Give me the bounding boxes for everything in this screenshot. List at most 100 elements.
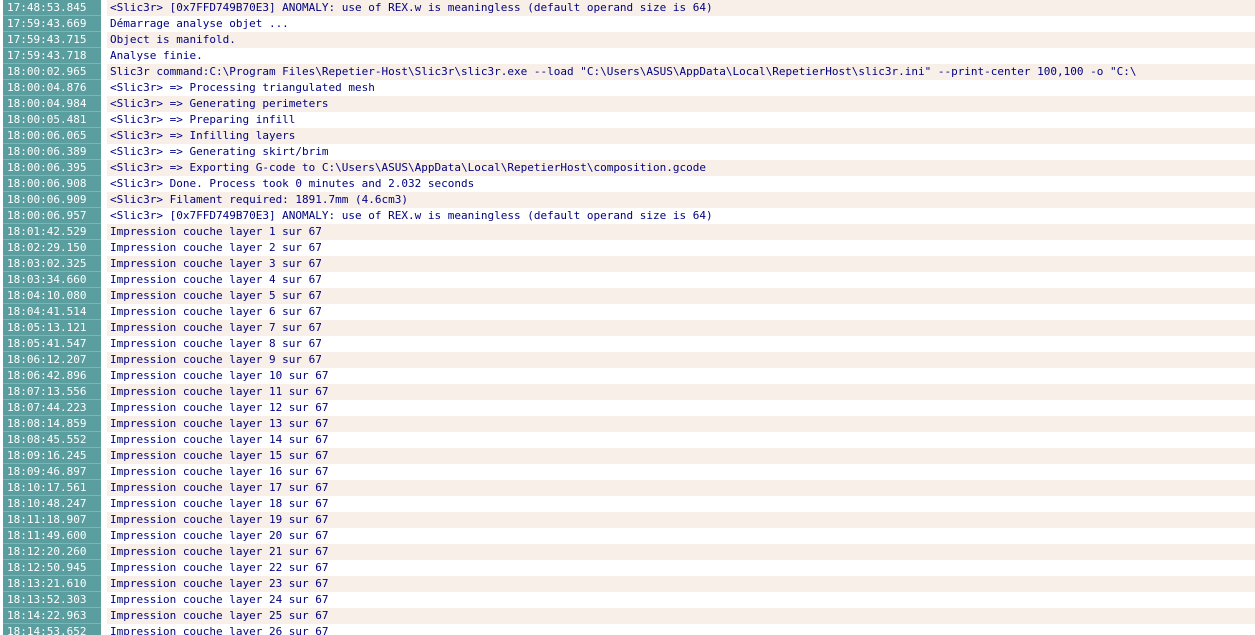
log-message: Impression couche layer 5 sur 67 — [107, 288, 1255, 304]
log-row[interactable]: 18:04:10.080 Impression couche layer 5 s… — [0, 288, 1255, 304]
log-row[interactable]: 18:00:06.395 <Slic3r> => Exporting G-cod… — [0, 160, 1255, 176]
log-message: Slic3r command:C:\Program Files\Repetier… — [107, 64, 1255, 80]
log-message: Impression couche layer 19 sur 67 — [107, 512, 1255, 528]
log-row[interactable]: 17:48:53.845 <Slic3r> [0x7FFD749B70E3] A… — [0, 0, 1255, 16]
log-row[interactable]: 18:00:05.481 <Slic3r> => Preparing infil… — [0, 112, 1255, 128]
log-timestamp: 18:00:04.876 — [3, 80, 101, 96]
log-view[interactable]: 17:48:53.845 <Slic3r> [0x7FFD749B70E3] A… — [0, 0, 1255, 635]
log-timestamp: 18:03:34.660 — [3, 272, 101, 288]
log-row[interactable]: 18:14:53.652 Impression couche layer 26 … — [0, 624, 1255, 635]
log-message: Impression couche layer 16 sur 67 — [107, 464, 1255, 480]
log-row[interactable]: 18:06:12.207 Impression couche layer 9 s… — [0, 352, 1255, 368]
log-row[interactable]: 18:12:20.260 Impression couche layer 21 … — [0, 544, 1255, 560]
log-row[interactable]: 18:02:29.150 Impression couche layer 2 s… — [0, 240, 1255, 256]
log-timestamp: 17:48:53.845 — [3, 0, 101, 16]
log-row[interactable]: 18:12:50.945 Impression couche layer 22 … — [0, 560, 1255, 576]
log-row[interactable]: 18:00:06.065 <Slic3r> => Infilling layer… — [0, 128, 1255, 144]
log-row[interactable]: 18:07:44.223 Impression couche layer 12 … — [0, 400, 1255, 416]
log-message: Impression couche layer 26 sur 67 — [107, 624, 1255, 635]
log-message: Impression couche layer 13 sur 67 — [107, 416, 1255, 432]
log-message: <Slic3r> => Generating skirt/brim — [107, 144, 1255, 160]
log-timestamp: 18:02:29.150 — [3, 240, 101, 256]
log-message: Impression couche layer 14 sur 67 — [107, 432, 1255, 448]
log-row[interactable]: 17:59:43.669 Démarrage analyse objet ... — [0, 16, 1255, 32]
log-row[interactable]: 18:00:06.909 <Slic3r> Filament required:… — [0, 192, 1255, 208]
log-row[interactable]: 18:03:02.325 Impression couche layer 3 s… — [0, 256, 1255, 272]
log-timestamp: 18:09:16.245 — [3, 448, 101, 464]
log-timestamp: 18:12:50.945 — [3, 560, 101, 576]
log-timestamp: 18:13:21.610 — [3, 576, 101, 592]
log-timestamp: 18:05:41.547 — [3, 336, 101, 352]
log-timestamp: 18:00:06.065 — [3, 128, 101, 144]
log-row[interactable]: 18:05:13.121 Impression couche layer 7 s… — [0, 320, 1255, 336]
log-message: <Slic3r> [0x7FFD749B70E3] ANOMALY: use o… — [107, 0, 1255, 16]
log-message: <Slic3r> Filament required: 1891.7mm (4.… — [107, 192, 1255, 208]
log-message: Object is manifold. — [107, 32, 1255, 48]
log-timestamp: 18:00:06.395 — [3, 160, 101, 176]
log-message: <Slic3r> => Processing triangulated mesh — [107, 80, 1255, 96]
log-row[interactable]: 18:09:16.245 Impression couche layer 15 … — [0, 448, 1255, 464]
log-message: <Slic3r> [0x7FFD749B70E3] ANOMALY: use o… — [107, 208, 1255, 224]
log-timestamp: 18:05:13.121 — [3, 320, 101, 336]
log-timestamp: 18:10:17.561 — [3, 480, 101, 496]
log-row[interactable]: 18:13:52.303 Impression couche layer 24 … — [0, 592, 1255, 608]
log-row[interactable]: 18:00:06.908 <Slic3r> Done. Process took… — [0, 176, 1255, 192]
log-timestamp: 17:59:43.715 — [3, 32, 101, 48]
log-timestamp: 18:09:46.897 — [3, 464, 101, 480]
log-message: Impression couche layer 7 sur 67 — [107, 320, 1255, 336]
log-row[interactable]: 18:09:46.897 Impression couche layer 16 … — [0, 464, 1255, 480]
log-message: <Slic3r> => Infilling layers — [107, 128, 1255, 144]
log-message: Impression couche layer 22 sur 67 — [107, 560, 1255, 576]
log-row[interactable]: 18:08:45.552 Impression couche layer 14 … — [0, 432, 1255, 448]
log-row[interactable]: 18:00:06.957 <Slic3r> [0x7FFD749B70E3] A… — [0, 208, 1255, 224]
log-timestamp: 18:13:52.303 — [3, 592, 101, 608]
log-timestamp: 18:00:06.908 — [3, 176, 101, 192]
log-timestamp: 18:14:53.652 — [3, 624, 101, 635]
log-message: Impression couche layer 23 sur 67 — [107, 576, 1255, 592]
log-row[interactable]: 18:10:48.247 Impression couche layer 18 … — [0, 496, 1255, 512]
log-row[interactable]: 18:13:21.610 Impression couche layer 23 … — [0, 576, 1255, 592]
log-timestamp: 18:08:14.859 — [3, 416, 101, 432]
log-timestamp: 18:07:13.556 — [3, 384, 101, 400]
log-message: <Slic3r> => Preparing infill — [107, 112, 1255, 128]
log-message: Impression couche layer 15 sur 67 — [107, 448, 1255, 464]
log-timestamp: 17:59:43.718 — [3, 48, 101, 64]
log-row[interactable]: 17:59:43.718 Analyse finie. — [0, 48, 1255, 64]
log-row[interactable]: 18:06:42.896 Impression couche layer 10 … — [0, 368, 1255, 384]
log-row[interactable]: 18:04:41.514 Impression couche layer 6 s… — [0, 304, 1255, 320]
log-message: Impression couche layer 10 sur 67 — [107, 368, 1255, 384]
log-row[interactable]: 18:00:04.984 <Slic3r> => Generating peri… — [0, 96, 1255, 112]
log-timestamp: 18:00:06.909 — [3, 192, 101, 208]
log-timestamp: 18:12:20.260 — [3, 544, 101, 560]
log-row[interactable]: 18:11:18.907 Impression couche layer 19 … — [0, 512, 1255, 528]
log-row[interactable]: 18:00:02.965 Slic3r command:C:\Program F… — [0, 64, 1255, 80]
log-row[interactable]: 18:01:42.529 Impression couche layer 1 s… — [0, 224, 1255, 240]
log-timestamp: 18:00:06.957 — [3, 208, 101, 224]
log-row[interactable]: 18:07:13.556 Impression couche layer 11 … — [0, 384, 1255, 400]
log-row[interactable]: 18:00:06.389 <Slic3r> => Generating skir… — [0, 144, 1255, 160]
log-message: Démarrage analyse objet ... — [107, 16, 1255, 32]
log-row[interactable]: 18:14:22.963 Impression couche layer 25 … — [0, 608, 1255, 624]
log-message: Impression couche layer 4 sur 67 — [107, 272, 1255, 288]
log-row[interactable]: 18:11:49.600 Impression couche layer 20 … — [0, 528, 1255, 544]
log-message: Impression couche layer 21 sur 67 — [107, 544, 1255, 560]
log-message: Impression couche layer 6 sur 67 — [107, 304, 1255, 320]
log-message: Impression couche layer 17 sur 67 — [107, 480, 1255, 496]
log-timestamp: 18:01:42.529 — [3, 224, 101, 240]
log-message: Impression couche layer 1 sur 67 — [107, 224, 1255, 240]
log-timestamp: 18:00:06.389 — [3, 144, 101, 160]
log-message: Impression couche layer 20 sur 67 — [107, 528, 1255, 544]
log-row[interactable]: 18:05:41.547 Impression couche layer 8 s… — [0, 336, 1255, 352]
log-timestamp: 18:10:48.247 — [3, 496, 101, 512]
log-row[interactable]: 18:03:34.660 Impression couche layer 4 s… — [0, 272, 1255, 288]
log-row[interactable]: 18:00:04.876 <Slic3r> => Processing tria… — [0, 80, 1255, 96]
log-row[interactable]: 17:59:43.715 Object is manifold. — [0, 32, 1255, 48]
log-row[interactable]: 18:10:17.561 Impression couche layer 17 … — [0, 480, 1255, 496]
log-timestamp: 18:11:49.600 — [3, 528, 101, 544]
log-row[interactable]: 18:08:14.859 Impression couche layer 13 … — [0, 416, 1255, 432]
log-message: <Slic3r> => Exporting G-code to C:\Users… — [107, 160, 1255, 176]
log-timestamp: 17:59:43.669 — [3, 16, 101, 32]
log-timestamp: 18:14:22.963 — [3, 608, 101, 624]
log-timestamp: 18:06:12.207 — [3, 352, 101, 368]
log-timestamp: 18:11:18.907 — [3, 512, 101, 528]
